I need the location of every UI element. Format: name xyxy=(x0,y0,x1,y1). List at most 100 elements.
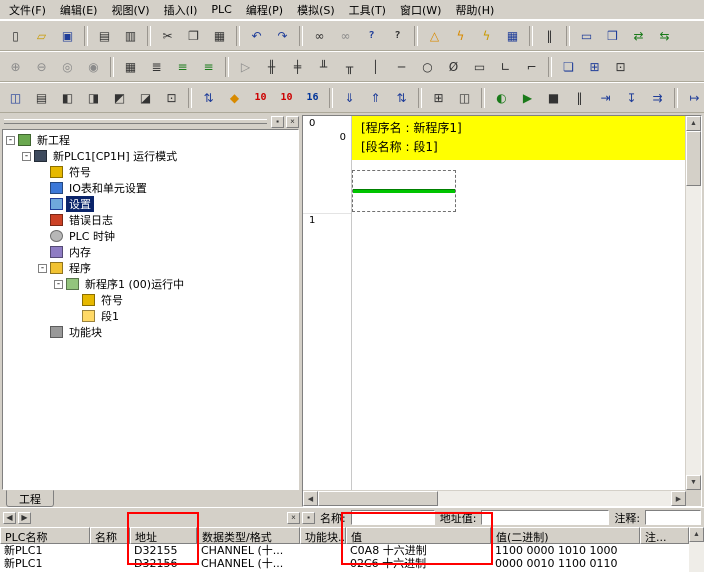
tree-item-io-table[interactable]: IO表和单元设置 xyxy=(3,180,298,196)
local-symbols-icon[interactable]: ◪ xyxy=(133,86,158,110)
simulator-online-icon[interactable]: ⊞ xyxy=(426,86,451,110)
cycle-time-icon[interactable]: ▭ xyxy=(574,24,599,48)
scrollbar-track[interactable] xyxy=(686,131,701,475)
view-symbols-icon[interactable]: ◧ xyxy=(55,86,80,110)
transfer-to-plc-icon[interactable]: ⇄ xyxy=(626,24,651,48)
find-icon[interactable]: ∞ xyxy=(307,24,332,48)
format-signed-decimal-button[interactable]: 10 xyxy=(274,86,299,110)
save-icon[interactable]: ▣ xyxy=(55,24,80,48)
show-grid-icon[interactable]: ▦ xyxy=(118,55,143,79)
zoom-100-icon[interactable]: ◉ xyxy=(81,55,106,79)
show-rung-comments-icon[interactable]: ≣ xyxy=(144,55,169,79)
context-help-icon[interactable]: ? xyxy=(385,24,410,48)
address-value-field[interactable] xyxy=(481,510,609,525)
close-watch-button[interactable]: × xyxy=(287,512,300,524)
continuous-step-icon[interactable]: ⇉ xyxy=(645,86,670,110)
column-header-data-type[interactable]: 数据类型/格式 xyxy=(197,527,300,544)
view-diagram-icon[interactable]: ◫ xyxy=(3,86,28,110)
column-header-value-binary[interactable]: 值(二进制) xyxy=(491,527,640,544)
simulator-window-icon[interactable]: ◫ xyxy=(452,86,477,110)
zoom-out-icon[interactable]: ⊖ xyxy=(29,55,54,79)
value-color-icon[interactable]: ◆ xyxy=(222,86,247,110)
comment-field[interactable] xyxy=(645,510,701,525)
show-io-comments-icon[interactable]: ≡ xyxy=(170,55,195,79)
compare-with-plc-icon[interactable]: ⇅ xyxy=(389,86,414,110)
tree-item-function-blocks[interactable]: 功能块 xyxy=(3,324,298,340)
print-icon[interactable]: ▤ xyxy=(92,24,117,48)
upload-from-plc-icon[interactable]: ⇑ xyxy=(363,86,388,110)
view-section-icon[interactable]: ◨ xyxy=(81,86,106,110)
watch-table-scrollbar[interactable]: ▲ xyxy=(689,527,704,572)
view-mnemonic-icon[interactable]: ▤ xyxy=(29,86,54,110)
address-reference-icon[interactable]: ⊡ xyxy=(608,55,633,79)
pause-icon[interactable]: ‖ xyxy=(567,86,592,110)
scroll-left-arrow[interactable]: ◀ xyxy=(303,491,318,506)
tree-item-project[interactable]: - 新工程 xyxy=(3,132,298,148)
tree-item-program1-symbols[interactable]: 符号 xyxy=(3,292,298,308)
monitor-mode-icon[interactable]: ◐ xyxy=(489,86,514,110)
cut-icon[interactable]: ✂ xyxy=(155,24,180,48)
io-comment-view-icon[interactable]: ⇅ xyxy=(196,86,221,110)
editor-horizontal-scrollbar[interactable]: ◀ ▶ xyxy=(303,490,701,506)
format-hex-button[interactable]: 16 xyxy=(300,86,325,110)
menu-tools[interactable]: 工具(T) xyxy=(342,0,393,20)
column-header-function-block[interactable]: 功能块... xyxy=(300,527,346,544)
watch-row[interactable]: 新PLC1 D32156 CHANNEL (十... 02C6 十六进制 000… xyxy=(0,557,689,570)
new-closed-contact-icon[interactable]: ╪ xyxy=(285,55,310,79)
menu-view[interactable]: 视图(V) xyxy=(104,0,156,20)
tree-item-settings[interactable]: 设置 xyxy=(3,196,298,212)
expander-icon[interactable]: - xyxy=(38,264,47,273)
scroll-up-arrow[interactable]: ▲ xyxy=(689,527,704,542)
new-closed-coil-icon[interactable]: Ø xyxy=(441,55,466,79)
help-icon[interactable]: ? xyxy=(359,24,384,48)
selected-cell-outline[interactable] xyxy=(352,170,456,212)
select-mode-icon[interactable]: ▷ xyxy=(233,55,258,79)
open-file-icon[interactable]: ▱ xyxy=(29,24,54,48)
step-run-icon[interactable]: ⇥ xyxy=(593,86,618,110)
compile-icon[interactable]: △ xyxy=(422,24,447,48)
column-header-plc-name[interactable]: PLC名称 xyxy=(0,527,90,544)
new-contact-icon[interactable]: ╫ xyxy=(259,55,284,79)
expander-icon[interactable]: - xyxy=(54,280,63,289)
menu-file[interactable]: 文件(F) xyxy=(2,0,53,20)
tab-project[interactable]: 工程 xyxy=(6,490,54,507)
editor-vertical-scrollbar[interactable]: ▲ ▼ xyxy=(685,116,701,490)
step-into-icon[interactable]: ↧ xyxy=(619,86,644,110)
print-preview-icon[interactable]: ▥ xyxy=(118,24,143,48)
ladder-canvas[interactable]: [程序名 : 新程序1] [段名称 : 段1] xyxy=(352,116,685,490)
close-panel-button[interactable]: × xyxy=(286,116,299,128)
tree-item-plc[interactable]: - 新PLC1[CP1H] 运行模式 xyxy=(3,148,298,164)
scroll-up-arrow[interactable]: ▲ xyxy=(686,116,701,131)
run-icon[interactable]: ▶ xyxy=(515,86,540,110)
window-layout-icon[interactable]: ❒ xyxy=(600,24,625,48)
branch-close-icon[interactable]: ⌐ xyxy=(519,55,544,79)
scrollbar-track[interactable] xyxy=(318,491,671,506)
column-header-name[interactable]: 名称 xyxy=(90,527,130,544)
pause-monitor-icon[interactable]: ‖ xyxy=(537,24,562,48)
new-coil-icon[interactable]: ○ xyxy=(415,55,440,79)
watch-window-icon[interactable]: ⊡ xyxy=(159,86,184,110)
download-to-plc-icon[interactable]: ⇓ xyxy=(337,86,362,110)
column-header-comment[interactable]: 注... xyxy=(640,527,689,544)
replace-icon[interactable]: ∞ xyxy=(333,24,358,48)
menu-simulation[interactable]: 模拟(S) xyxy=(290,0,342,20)
scroll-right-arrow[interactable]: ▶ xyxy=(671,491,686,506)
name-field[interactable] xyxy=(351,510,435,525)
watch-row[interactable]: 新PLC1 D32155 CHANNEL (十... C0A8 十六进制 110… xyxy=(0,544,689,557)
section-list-icon[interactable]: ⊞ xyxy=(582,55,607,79)
new-vertical-line-icon[interactable]: │ xyxy=(363,55,388,79)
panel-drag-grip[interactable] xyxy=(4,119,267,124)
work-online-icon[interactable]: ϟ xyxy=(448,24,473,48)
scrollbar-thumb[interactable] xyxy=(686,131,701,186)
dock-watch-button[interactable]: ▪ xyxy=(302,512,315,524)
scroll-right-button[interactable]: ▶ xyxy=(18,512,31,524)
zoom-fit-icon[interactable]: ◎ xyxy=(55,55,80,79)
copy-icon[interactable]: ❐ xyxy=(181,24,206,48)
scroll-down-arrow[interactable]: ▼ xyxy=(686,475,701,490)
expander-icon[interactable]: - xyxy=(22,152,31,161)
stop-icon[interactable]: ■ xyxy=(541,86,566,110)
tree-item-section1[interactable]: 段1 xyxy=(3,308,298,324)
column-header-address[interactable]: 地址 xyxy=(130,527,197,544)
edit-comments-icon[interactable]: ❏ xyxy=(556,55,581,79)
column-header-value[interactable]: 值 xyxy=(346,527,491,544)
